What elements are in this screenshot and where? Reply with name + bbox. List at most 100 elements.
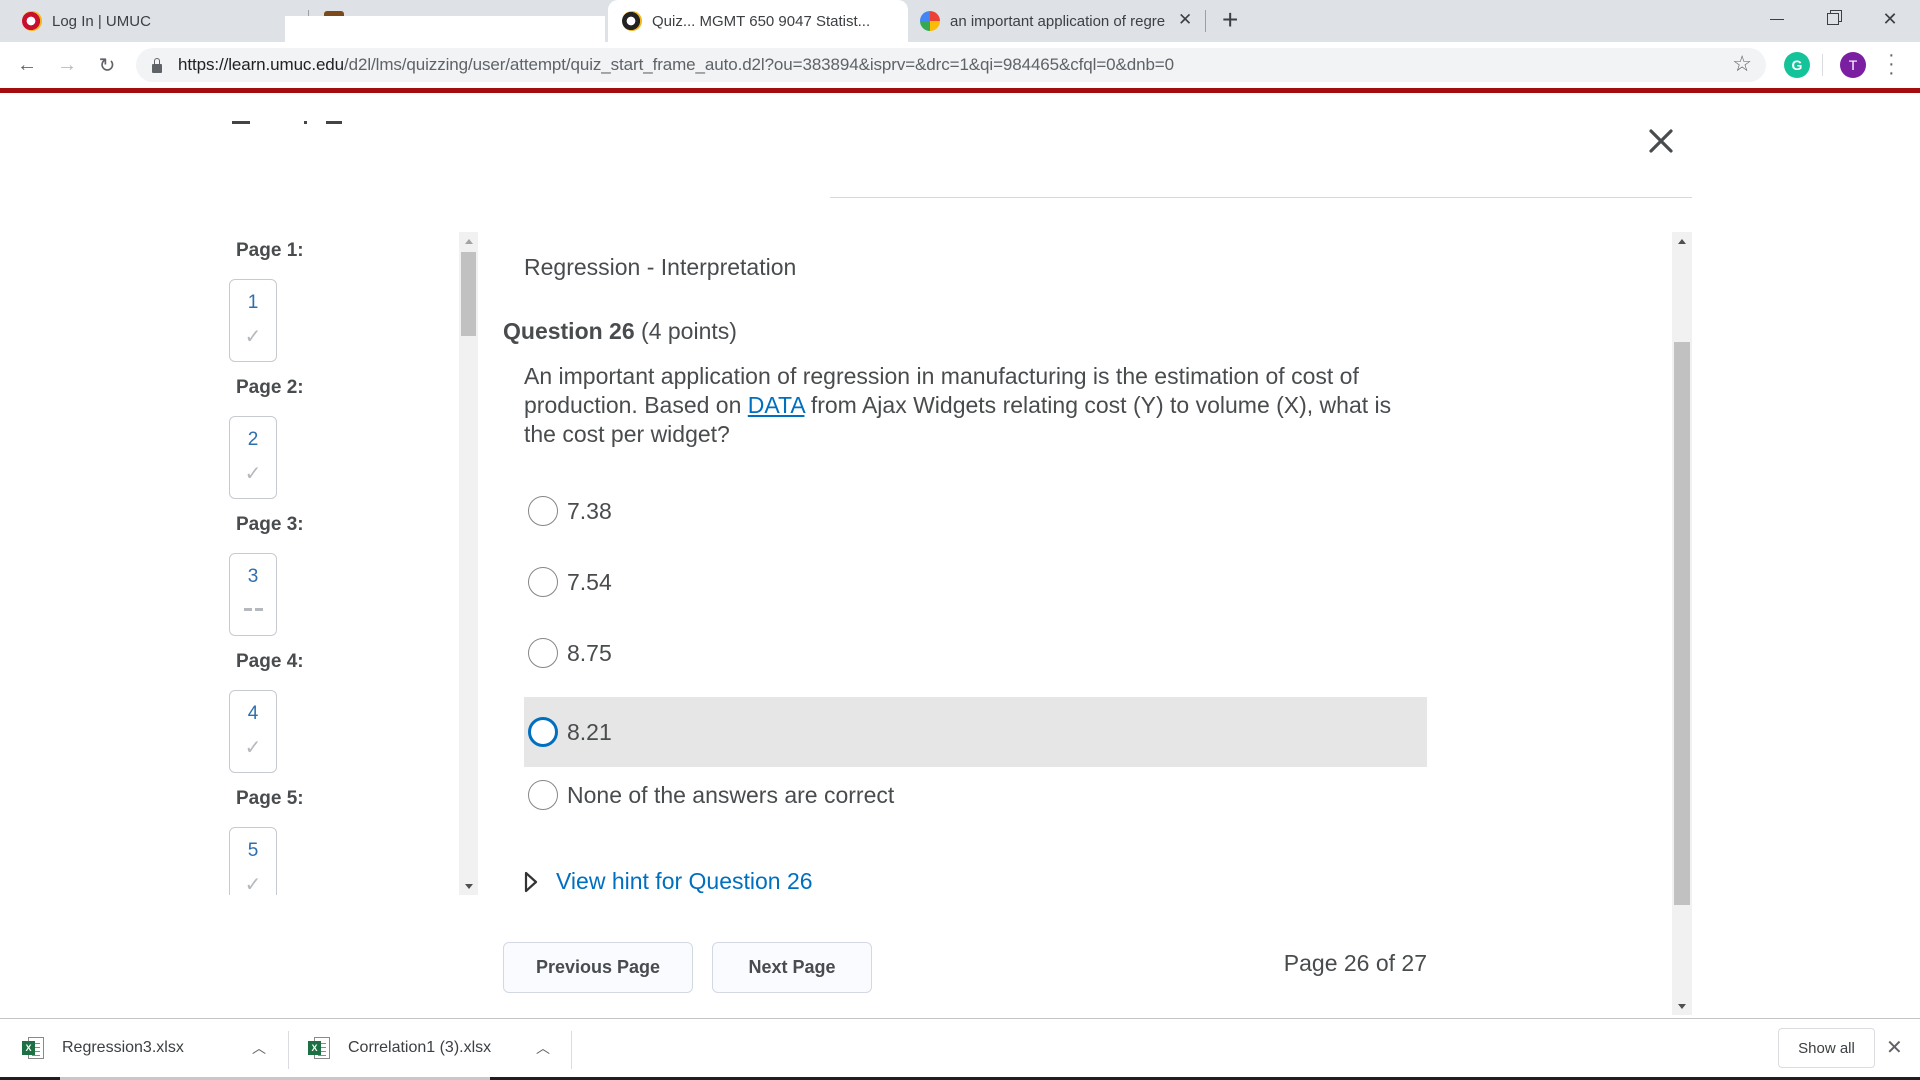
scroll-up-arrow[interactable] [1672, 234, 1692, 248]
grammarly-extension-icon[interactable]: G [1784, 52, 1810, 78]
download-filename: Correlation1 (3).xlsx [348, 1038, 492, 1056]
browser-tab-strip: Log In | UMUC UMUC C... Quiz... MGMT 650… [0, 0, 1920, 42]
data-link[interactable]: DATA [748, 392, 805, 418]
url-path: /d2l/lms/quizzing/user/attempt/quiz_star… [344, 55, 1174, 74]
answer-option[interactable]: None of the answers are correct [524, 760, 1427, 830]
close-download-shelf-icon[interactable]: ✕ [1886, 1035, 1903, 1060]
page-label: Page 1: [236, 240, 304, 261]
umuc-favicon [622, 11, 642, 31]
toolbar-separator [1822, 54, 1823, 76]
radio-button[interactable] [528, 717, 558, 747]
occluding-overlay [285, 16, 605, 42]
profile-initial: T [1848, 57, 1858, 73]
excel-file-icon: X [22, 1036, 44, 1059]
answer-label: 7.54 [567, 568, 612, 595]
page-label: Page 5: [236, 788, 304, 809]
page-number: 4 [247, 703, 259, 724]
view-hint-link[interactable]: View hint for Question 26 [556, 868, 813, 895]
forward-arrow-icon: → [57, 53, 77, 76]
quiz-page-navigator: Page 1: 1 ✓ Page 2: 2 ✓ Page 3: 3 Page 4… [224, 232, 454, 895]
close-quiz-icon[interactable] [1644, 124, 1678, 158]
question-heading: Question 26 (4 points) [503, 318, 737, 345]
scroll-down-arrow[interactable] [459, 879, 478, 893]
answer-label: 8.21 [567, 718, 612, 745]
answered-check-icon: ✓ [244, 463, 262, 485]
address-bar[interactable]: https://learn.umuc.edu/d2l/lms/quizzing/… [136, 48, 1766, 82]
question-number: Question 26 [503, 318, 635, 344]
tab-log-in-umuc[interactable]: Log In | UMUC [22, 0, 272, 42]
tab-google-search[interactable]: an important application of regre [920, 0, 1200, 42]
previous-page-button[interactable]: Previous Page [503, 942, 693, 993]
download-separator [288, 1031, 289, 1069]
tab-separator [1205, 10, 1206, 32]
page-1-button[interactable]: 1 ✓ [229, 279, 277, 362]
next-page-button[interactable]: Next Page [712, 942, 872, 993]
restore-button[interactable] [1805, 0, 1861, 38]
page-4-button[interactable]: 4 ✓ [229, 690, 277, 773]
minimize-icon [1770, 18, 1784, 20]
site-accent-bar [0, 88, 1920, 93]
section-title: Regression - Interpretation [524, 254, 797, 280]
browser-menu-icon[interactable]: · · · [1888, 45, 1895, 83]
question-points: (4 points) [641, 318, 737, 344]
sidebar-scrollbar[interactable] [459, 232, 478, 895]
download-item[interactable]: X Regression3.xlsx [22, 1019, 184, 1076]
tab-title: an important application of regre [950, 12, 1166, 30]
page-5-button[interactable]: 5 ✓ [229, 827, 277, 895]
page-number: 5 [247, 840, 259, 861]
answer-option-focused[interactable]: 8.21 [524, 697, 1427, 767]
close-tab-icon[interactable]: ✕ [1178, 10, 1192, 30]
reload-icon: ↻ [98, 54, 116, 77]
page-number: 2 [247, 429, 259, 450]
chevron-up-icon[interactable]: ︿ [536, 1038, 550, 1058]
back-button[interactable]: ← [12, 50, 42, 80]
main-scrollbar[interactable] [1672, 232, 1692, 1015]
chevron-up-icon[interactable]: ︿ [252, 1038, 266, 1058]
close-window-button[interactable]: ✕ [1862, 0, 1918, 38]
scrollbar-thumb[interactable] [1674, 342, 1690, 905]
minimize-button[interactable] [1749, 0, 1805, 38]
page-label: Page 2: [236, 377, 304, 398]
answer-label: 8.75 [567, 639, 612, 666]
google-favicon [920, 11, 940, 31]
reload-button[interactable]: ↻ [92, 50, 122, 80]
umuc-favicon [22, 11, 42, 31]
view-hint-toggle[interactable]: View hint for Question 26 [524, 868, 813, 895]
close-icon: ✕ [1882, 8, 1898, 29]
page-indicator: Page 26 of 27 [1283, 950, 1427, 976]
scroll-down-arrow[interactable] [1672, 999, 1692, 1013]
page-3-button[interactable]: 3 [229, 553, 277, 636]
radio-button[interactable] [528, 567, 558, 597]
scrollbar-thumb[interactable] [461, 252, 476, 336]
answer-label: 7.38 [567, 497, 612, 524]
forward-button[interactable]: → [52, 50, 82, 80]
url-host: https://learn.umuc.edu [178, 55, 345, 74]
url-text[interactable]: https://learn.umuc.edu/d2l/lms/quizzing/… [178, 55, 1174, 75]
show-all-downloads-button[interactable]: Show all [1778, 1028, 1875, 1068]
answer-option[interactable]: 7.38 [524, 476, 1427, 546]
quiz-title-partial [232, 118, 342, 124]
answer-option[interactable]: 8.75 [524, 618, 1427, 688]
download-item[interactable]: X Correlation1 (3).xlsx [308, 1019, 491, 1076]
back-arrow-icon: ← [17, 53, 37, 76]
answer-option[interactable]: 7.54 [524, 547, 1427, 617]
bookmark-star-icon[interactable]: ☆ [1732, 51, 1752, 77]
answered-check-icon: ✓ [244, 737, 262, 759]
new-tab-button[interactable]: + [1222, 4, 1238, 36]
scroll-up-arrow[interactable] [459, 234, 478, 248]
profile-avatar[interactable]: T [1840, 52, 1866, 78]
radio-button[interactable] [528, 638, 558, 668]
answer-label: None of the answers are correct [567, 781, 895, 808]
answered-check-icon: ✓ [244, 326, 262, 348]
download-separator [571, 1031, 572, 1069]
download-filename: Regression3.xlsx [62, 1038, 184, 1056]
chevron-right-icon [524, 871, 538, 892]
tab-quiz[interactable]: Quiz... MGMT 650 9047 Statist... [608, 0, 908, 42]
page-label: Page 4: [236, 651, 304, 672]
page-2-button[interactable]: 2 ✓ [229, 416, 277, 499]
excel-file-icon: X [308, 1036, 330, 1059]
restore-icon [1827, 13, 1839, 25]
radio-button[interactable] [528, 780, 558, 810]
tab-title: Log In | UMUC [52, 12, 151, 30]
radio-button[interactable] [528, 496, 558, 526]
